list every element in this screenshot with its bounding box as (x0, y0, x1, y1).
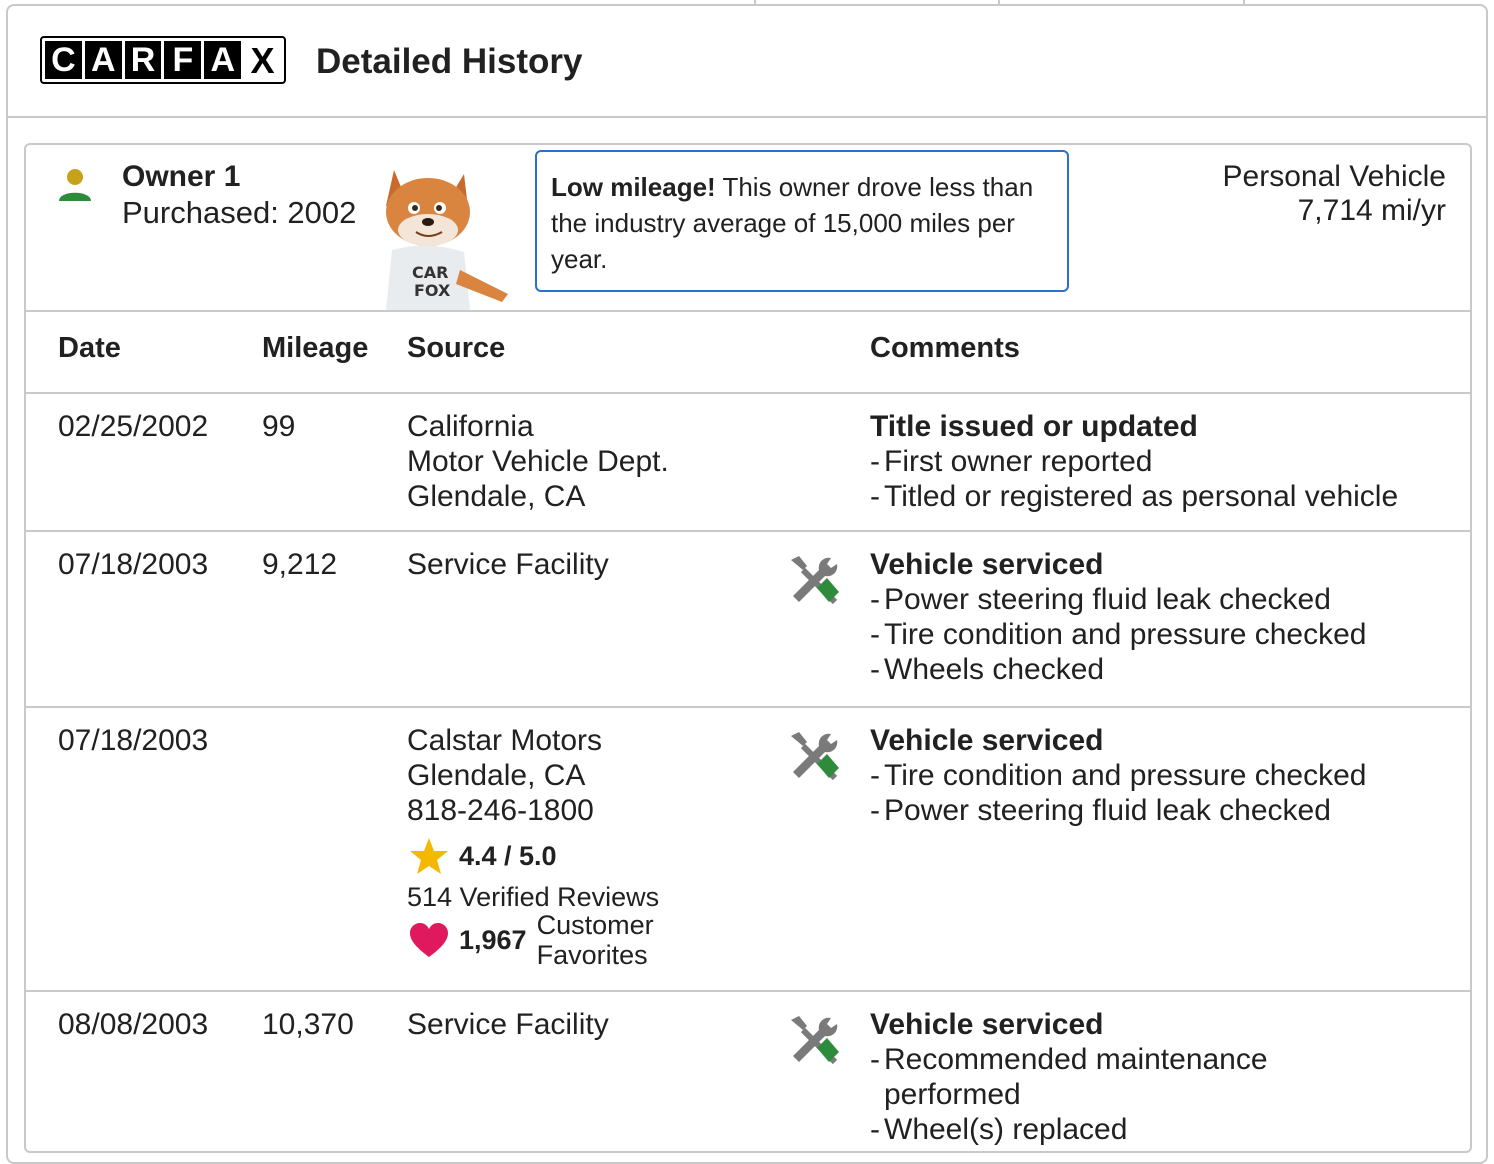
record-date: 08/08/2003 (58, 1008, 209, 1041)
record-comments: Vehicle serviced Recommended maintenance… (870, 1007, 1340, 1147)
facility-rating[interactable]: 4.4 / 5.0 (409, 837, 557, 875)
facility-phone[interactable]: 818-246-1800 (407, 793, 602, 828)
column-header-date: Date (58, 332, 121, 364)
record-detail: Power steering fluid leak checked (870, 582, 1367, 617)
star-icon (410, 838, 448, 874)
record-source: Calstar Motors Glendale, CA 818-246-1800 (407, 723, 603, 828)
owner-name: Owner 1 (122, 160, 241, 193)
carfax-logo: C A R F A X (40, 36, 286, 84)
service-wrench-icon (791, 1016, 839, 1065)
facility-name-link[interactable]: Calstar Motors (407, 723, 602, 758)
column-header-source: Source (407, 332, 506, 364)
record-comments: Vehicle serviced Tire condition and pres… (870, 723, 1367, 828)
facility-reviews[interactable]: 514 Verified Reviews (407, 882, 659, 912)
column-header-mileage: Mileage (262, 332, 369, 364)
record-detail: Tire condition and pressure checked (870, 758, 1367, 793)
facility-favorites[interactable]: 1,967 Customer Favorites (409, 910, 654, 970)
vehicle-type: Personal Vehicle (1222, 160, 1446, 193)
miles-per-year: 7,714 mi/yr (1297, 194, 1446, 227)
low-mileage-callout: Low mileage! This owner drove less than … (535, 150, 1069, 292)
service-wrench-icon (791, 732, 839, 781)
vehicle-usage-summary: Personal Vehicle 7,714 mi/yr (1223, 160, 1446, 228)
record-date: 07/18/2003 (58, 724, 209, 757)
heart-icon (410, 923, 448, 957)
record-detail: Recommended maintenance performed (870, 1042, 1340, 1112)
svg-text:FOX: FOX (414, 281, 451, 300)
record-title: Vehicle serviced (870, 548, 1104, 581)
row-divider (25, 530, 1471, 532)
record-title: Title issued or updated (870, 410, 1198, 443)
record-title: Vehicle serviced (870, 724, 1104, 757)
record-source: Service Facility (407, 548, 609, 581)
record-title: Vehicle serviced (870, 1008, 1104, 1041)
record-source: Service Facility (407, 1008, 609, 1041)
service-wrench-icon (791, 556, 839, 605)
row-divider (25, 706, 1471, 708)
record-detail: First owner reported (870, 444, 1398, 479)
history-table: Date Mileage Source Comments 02/25/2002 … (25, 310, 1471, 1147)
page-title: Detailed History (316, 42, 583, 81)
row-divider (25, 392, 1471, 394)
svg-text:CAR: CAR (412, 263, 448, 282)
record-detail: Titled or registered as personal vehicle (870, 479, 1398, 514)
record-mileage: 10,370 (262, 1008, 354, 1041)
column-header-comments: Comments (870, 332, 1020, 364)
row-divider (25, 990, 1471, 992)
report-header: C A R F A X Detailed History (6, 4, 1488, 118)
record-detail: Wheel(s) replaced (870, 1112, 1340, 1147)
record-detail: Wheels checked (870, 652, 1367, 687)
record-date: 02/25/2002 (58, 410, 209, 443)
record-mileage: 99 (262, 410, 296, 443)
owner-purchased: Purchased: 2002 (122, 195, 357, 230)
record-mileage: 9,212 (262, 548, 338, 581)
record-detail: Tire condition and pressure checked (870, 617, 1367, 652)
record-detail: Power steering fluid leak checked (870, 793, 1367, 828)
record-comments: Vehicle serviced Power steering fluid le… (870, 547, 1367, 687)
record-source: California Motor Vehicle Dept. Glendale,… (407, 410, 669, 513)
record-date: 07/18/2003 (58, 548, 209, 581)
car-fox-mascot-icon: CAR FOX (386, 170, 508, 310)
owner-person-icon (59, 169, 91, 201)
record-comments: Title issued or updated First owner repo… (870, 409, 1398, 514)
